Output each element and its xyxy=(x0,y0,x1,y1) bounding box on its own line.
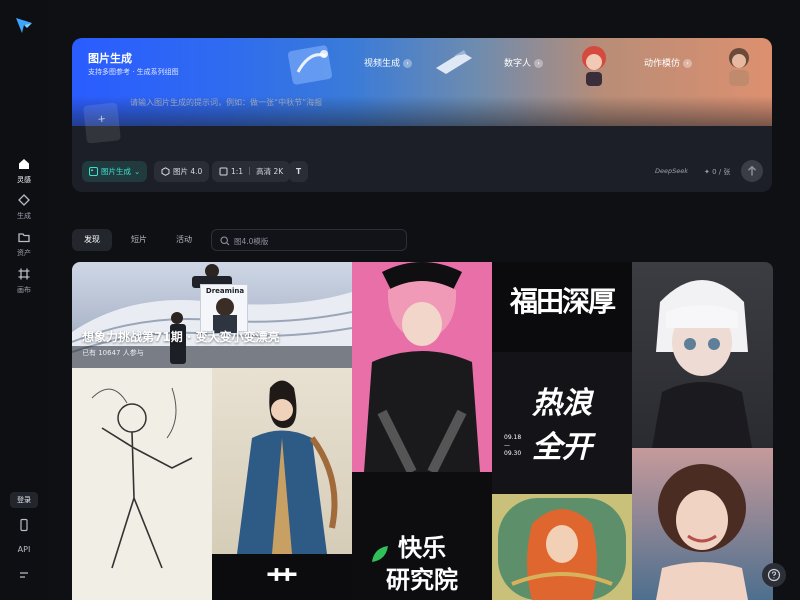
heatwave-line1: 热浪 xyxy=(532,386,592,421)
divider xyxy=(249,167,251,175)
model-label: 图片 4.0 xyxy=(173,167,203,176)
heatwave-dates: 09.18— 09.30 xyxy=(504,434,522,457)
search-placeholder: 图4.0模版 xyxy=(234,237,269,246)
search-icon xyxy=(220,236,230,246)
mode-select[interactable]: 图片生成 ⌄ xyxy=(82,161,148,182)
plus-icon: + xyxy=(96,113,107,126)
gallery-item-portrait[interactable] xyxy=(632,448,773,600)
tab-label: 视频生成 xyxy=(364,59,401,69)
tab-discover[interactable]: 发现 xyxy=(72,229,112,251)
tab-label: 动作模仿 xyxy=(644,59,681,69)
calligraphy-text: 福田深厚 xyxy=(509,285,616,318)
gallery-item-heatwave[interactable]: 热浪 全开 09.18— 09.30 xyxy=(492,352,632,494)
api-link[interactable]: API xyxy=(0,545,48,554)
gallery-item-sketch[interactable] xyxy=(72,368,212,600)
banner-photo: Dreamina xyxy=(200,284,248,333)
ratio-quality-select[interactable]: 1:1 高清 2K xyxy=(212,161,291,182)
chevron-right-icon: › xyxy=(403,59,413,68)
logo-icon[interactable] xyxy=(15,16,33,34)
nav-item-label: 资产 xyxy=(17,249,31,257)
question-icon xyxy=(767,568,781,582)
quality-label: 高清 2K xyxy=(256,167,284,176)
portrait-figure xyxy=(216,298,234,316)
app-root: 灵感 生成 资产 画布 登录 API 图片生成 支持多图参考 · 生成系列组图 … xyxy=(0,0,800,600)
panel-title: 图片生成 xyxy=(88,52,132,65)
model-select[interactable]: 图片 4.0 xyxy=(154,161,210,182)
banner-text: Dreamina xyxy=(205,287,245,295)
green-leaf-icon xyxy=(372,546,388,562)
nav-item-label: 生成 xyxy=(17,212,31,220)
generation-panel: 图片生成 支持多图参考 · 生成系列组图 视频生成 › 数字人 › 动作模仿 › + … xyxy=(72,38,772,192)
home-icon xyxy=(19,159,29,169)
motion-mimic-illustration xyxy=(729,48,749,86)
gallery-item-wuxia[interactable] xyxy=(212,368,352,554)
menu-icon[interactable] xyxy=(17,568,31,582)
left-rail: 灵感 生成 资产 画布 登录 API xyxy=(0,0,48,600)
login-button[interactable]: 登录 xyxy=(10,492,38,508)
sketch-figure xyxy=(91,387,193,569)
text-tool-button[interactable]: T xyxy=(289,161,309,182)
digital-human-illustration xyxy=(582,46,606,86)
chevron-down-icon: ⌄ xyxy=(134,167,141,176)
tab-motion-mimic[interactable]: 动作模仿 › xyxy=(630,38,710,88)
tab-digital-human[interactable]: 数字人 › xyxy=(492,38,572,88)
gallery-item-calligraphy-dark[interactable]: 艹 xyxy=(212,554,352,600)
image-mode-icon xyxy=(89,167,98,176)
tab-shorts[interactable]: 短片 xyxy=(119,229,159,251)
art-nouveau-figure xyxy=(498,498,626,600)
tab-label: 数字人 xyxy=(504,59,532,69)
chevron-right-icon: › xyxy=(534,59,544,68)
text-tool-icon: T xyxy=(296,167,302,176)
canvas-icon xyxy=(18,268,30,280)
featured-subtitle: 已有 10647 人参与 xyxy=(82,349,144,357)
nav-item-label: 画布 xyxy=(17,286,31,294)
gallery-item-anime[interactable] xyxy=(352,262,492,472)
doll-figure xyxy=(652,280,752,448)
video-gen-illustration xyxy=(436,50,472,74)
tab-events[interactable]: 活动 xyxy=(164,229,204,251)
folder-icon xyxy=(18,233,30,243)
mobile-icon[interactable] xyxy=(17,518,31,532)
gallery-grid: Dreamina 想象力挑战第71期 · 变大变小变漂亮 已有 10647 人参… xyxy=(72,262,773,600)
credit-count: ✦ 0 / 张 xyxy=(704,168,731,176)
ratio-icon xyxy=(219,167,228,176)
chevron-right-icon: › xyxy=(683,59,693,68)
diamond-icon xyxy=(18,194,30,206)
portrait-figure xyxy=(656,464,748,600)
anime-figure xyxy=(364,262,480,472)
nav-item-generate[interactable]: 生成 xyxy=(0,193,48,221)
nav-item-canvas[interactable]: 画布 xyxy=(0,267,48,295)
gallery-item-3d-doll[interactable] xyxy=(632,262,773,448)
gallery-item-calligraphy-green[interactable]: 快乐 研究院 xyxy=(352,472,492,600)
mode-label: 图片生成 xyxy=(101,167,131,176)
reference-upload-button[interactable]: + xyxy=(83,102,121,144)
ratio-label: 1:1 xyxy=(231,167,244,176)
help-button[interactable] xyxy=(762,563,786,587)
deepseek-label: DeepSeek xyxy=(655,167,689,175)
nav-item-assets[interactable]: 资产 xyxy=(0,230,48,258)
featured-title: 想象力挑战第71期 · 变大变小变漂亮 xyxy=(82,330,280,344)
image-gen-illustration xyxy=(287,45,333,85)
tab-video-generation[interactable]: 视频生成 › xyxy=(352,38,432,88)
arrow-up-icon xyxy=(747,165,757,176)
gallery-item-art-nouveau[interactable] xyxy=(492,494,632,600)
wuxia-figure xyxy=(237,380,338,554)
gallery-item-calligraphy-white[interactable]: 福田深厚 xyxy=(492,262,632,352)
prompt-input[interactable]: 请输入图片生成的提示词，例如：做一张“中秋节”海报 xyxy=(130,97,690,108)
calligraphy-line2: 研究院 xyxy=(386,565,458,594)
panel-subtitle: 支持多图参考 · 生成系列组图 xyxy=(88,68,179,76)
nav-item-inspiration[interactable]: 灵感 xyxy=(0,157,48,185)
search-input[interactable]: 图4.0模版 xyxy=(211,229,407,251)
nav-item-label: 灵感 xyxy=(17,176,31,184)
send-button[interactable] xyxy=(741,160,763,182)
featured-challenge-card[interactable]: Dreamina 想象力挑战第71期 · 变大变小变漂亮 已有 10647 人参… xyxy=(72,262,352,368)
cube-icon xyxy=(161,167,170,176)
calligraphy-text: 艹 xyxy=(265,564,298,600)
